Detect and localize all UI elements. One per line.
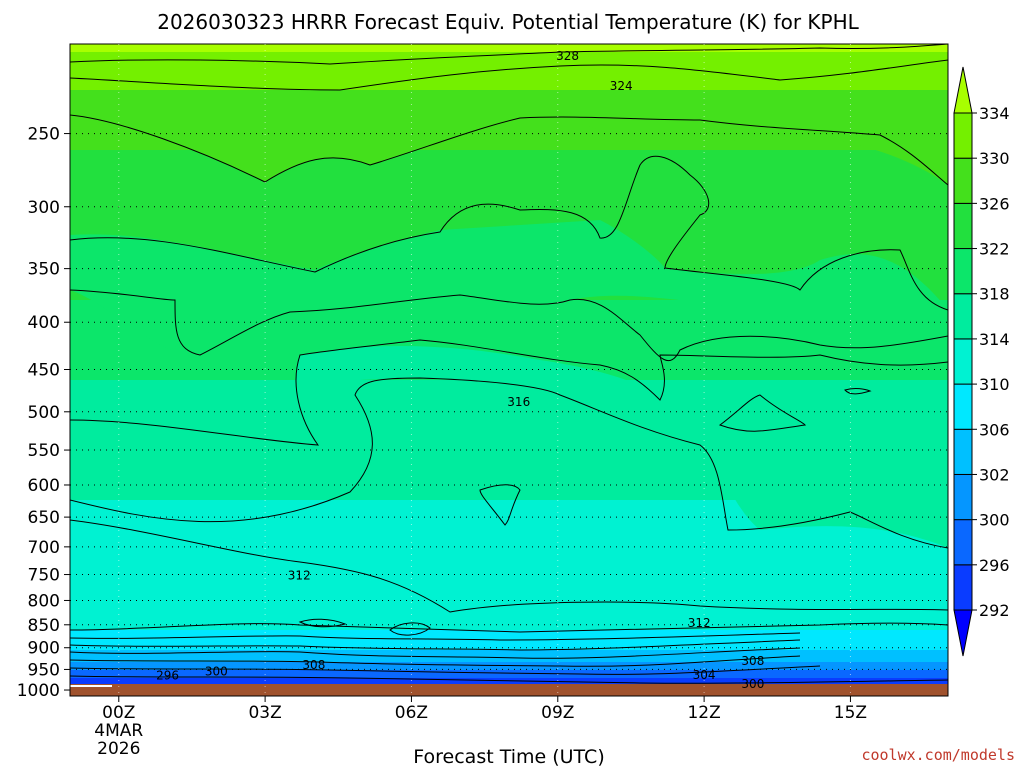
y-tick-label: 400 — [28, 313, 60, 333]
colorbar-segment — [953, 202, 973, 250]
contour-label-text: 296 — [156, 669, 179, 683]
colorbar-tick-label: 314 — [979, 330, 1010, 349]
contour-label: 308 — [302, 658, 325, 672]
contour-label-text: 300 — [741, 677, 764, 691]
colorbar-tick-label: 334 — [979, 104, 1010, 123]
contour-label-text: 328 — [556, 49, 579, 63]
x-tick-label: 03Z — [248, 703, 281, 723]
x-axis-label: Forecast Time (UTC) — [413, 746, 604, 768]
contour-label-text: 300 — [205, 665, 228, 679]
surface-band — [70, 684, 948, 696]
y-tick-label: 250 — [28, 125, 60, 145]
contour-label-text: 312 — [688, 616, 711, 630]
y-tick-label: 350 — [28, 260, 60, 280]
contour-label-text: 312 — [288, 569, 311, 583]
credit-text: coolwx.com/models — [861, 746, 1015, 764]
colorbar-tick-label: 306 — [979, 420, 1010, 439]
y-tick-label: 850 — [28, 616, 60, 636]
colorbar-segment — [953, 157, 973, 204]
contour-label: 300 — [205, 665, 228, 679]
colorbar-tick-label: 322 — [979, 240, 1010, 259]
colorbar-segment — [953, 112, 973, 159]
y-tick-label: 300 — [28, 198, 60, 218]
colorbar-arrow-high — [953, 66, 973, 114]
x-tick-label: 00Z — [102, 703, 135, 723]
colorbar-tick-label: 302 — [979, 465, 1010, 484]
fill-band — [70, 650, 948, 662]
colorbar-segment — [953, 564, 973, 611]
colorbar-segment — [953, 383, 973, 430]
colorbar-segment — [953, 473, 973, 521]
colorbar-segment — [953, 428, 973, 475]
contour-label: 316 — [507, 395, 530, 409]
colorbar-segment — [953, 293, 973, 340]
y-axis: 250 300 350 400 450 500 550 600 650 700 750 800 850 9… — [17, 125, 70, 701]
y-tick-label: 500 — [28, 403, 60, 423]
x-tick-label: 15Z — [834, 703, 867, 723]
contour-label: 312 — [688, 616, 711, 630]
colorbar-segment — [953, 519, 973, 566]
y-tick-label: 600 — [28, 476, 60, 496]
y-tick-label: 700 — [28, 538, 60, 558]
y-tick-label: 800 — [28, 591, 60, 611]
colorbar-tick-label: 292 — [979, 601, 1010, 620]
contour-label: 312 — [288, 569, 311, 583]
plot-area — [70, 44, 948, 696]
colorbar-segment — [953, 248, 973, 295]
contour-label: 328 — [556, 49, 579, 63]
contour-label: 300 — [741, 677, 764, 691]
colorbar-tick-label: 296 — [979, 556, 1010, 575]
contour-label: 324 — [610, 79, 633, 93]
colorbar-tick-label: 330 — [979, 149, 1010, 168]
y-tick-label: 950 — [28, 660, 60, 680]
contour-label: 308 — [741, 654, 764, 668]
colorbar-tick-label: 300 — [979, 511, 1010, 530]
y-tick-label: 550 — [28, 441, 60, 461]
colorbar-tick-label: 310 — [979, 375, 1010, 394]
y-tick-label: 1000 — [17, 681, 60, 701]
x-tick-label: 2026 — [97, 739, 140, 759]
contour-label-text: 308 — [741, 654, 764, 668]
colorbar-segment — [953, 338, 973, 385]
y-tick-label: 650 — [28, 508, 60, 528]
x-tick-label: 12Z — [687, 703, 720, 723]
chart-title: 2026030323 HRRR Forecast Equiv. Potentia… — [157, 10, 859, 34]
y-tick-label: 750 — [28, 566, 60, 586]
colorbar-tick-label: 318 — [979, 285, 1010, 304]
x-tick-label: 4MAR — [94, 721, 143, 741]
x-tick-label: 09Z — [541, 703, 574, 723]
figure: 2026030323 HRRR Forecast Equiv. Potentia… — [17, 10, 1015, 768]
y-tick-label: 900 — [28, 639, 60, 659]
contour-label-text: 324 — [610, 79, 633, 93]
contour-label: 296 — [156, 669, 179, 683]
x-tick-label: 06Z — [395, 703, 428, 723]
y-tick-label: 450 — [28, 361, 60, 381]
colorbar: 292 296 300 302 306 310 314 318 322 326 330 334 — [953, 66, 1010, 657]
colorbar-tick-label: 326 — [979, 194, 1010, 213]
colorbar-arrow-low — [953, 609, 973, 657]
fill-band — [70, 52, 948, 90]
contour-label-text: 308 — [302, 658, 325, 672]
contour-label-text: 316 — [507, 395, 530, 409]
